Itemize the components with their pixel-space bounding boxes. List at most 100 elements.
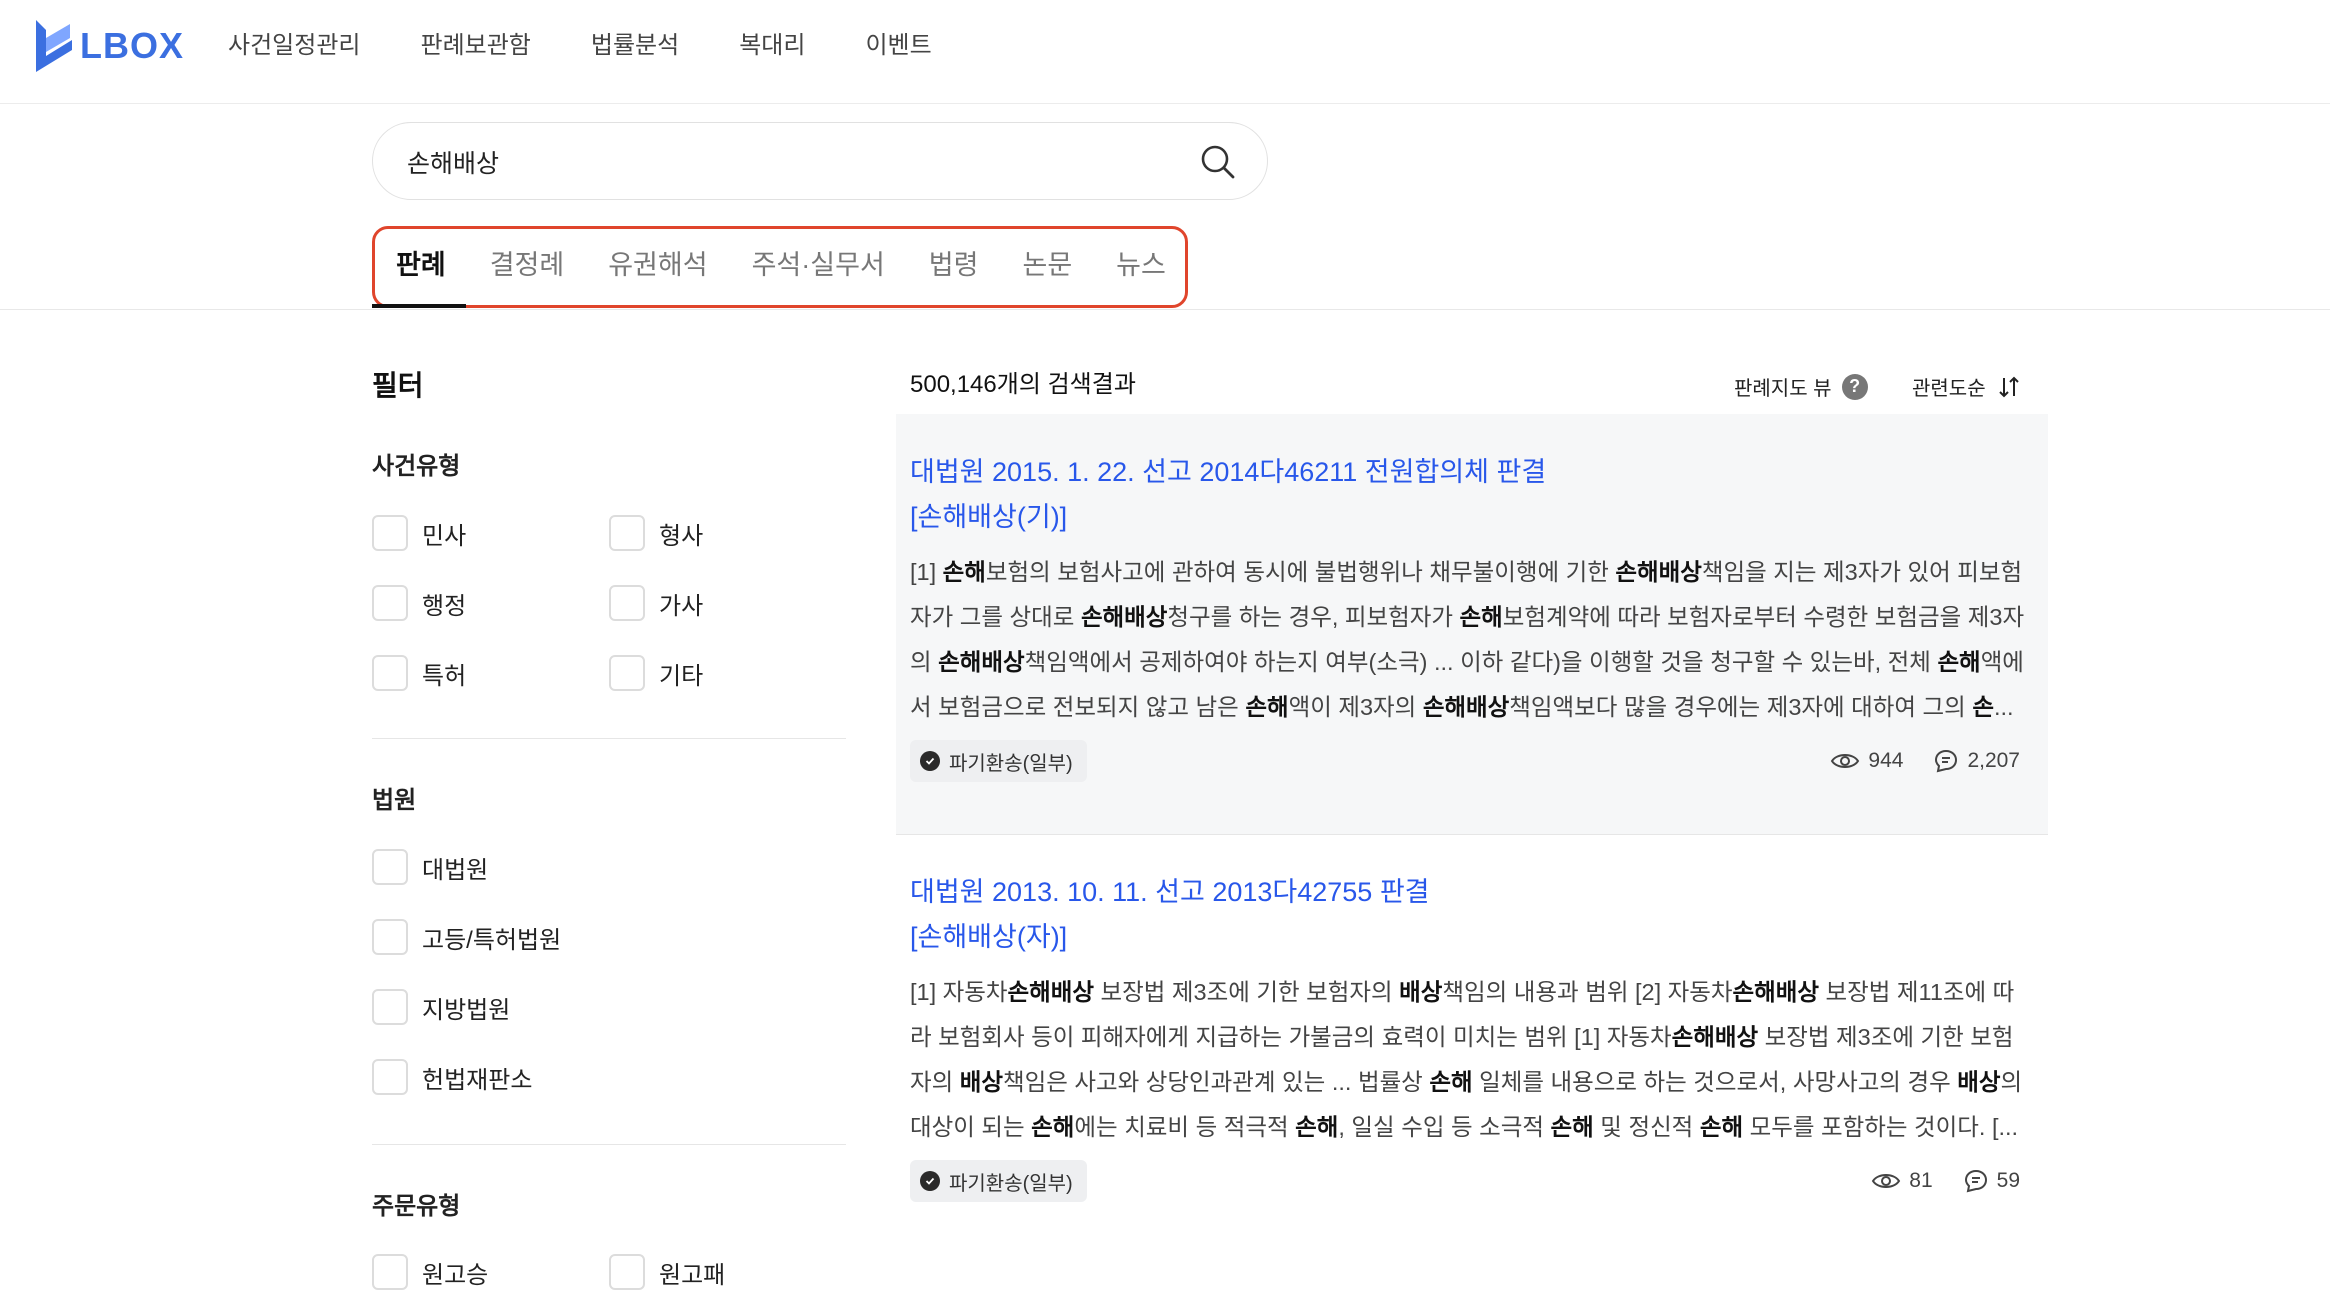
tabs-divider	[0, 309, 2330, 310]
result-snippet: [1] 자동차손해배상 보장법 제3조에 기한 보험자의 배상책임의 내용과 범…	[910, 979, 2023, 1140]
checkbox-label: 원고패	[659, 1261, 726, 1289]
result-count: 500,146개의 검색결과	[910, 371, 1136, 398]
comment-icon	[1935, 749, 1958, 773]
checkbox-label: 원고승	[422, 1261, 489, 1289]
result-title-line: 대법원 2013. 10. 11. 선고 2013다42755 판결	[910, 877, 1430, 907]
checkbox[interactable]	[609, 655, 645, 691]
filter-checkbox-plaintiff-win[interactable]: 원고승	[372, 1254, 488, 1290]
tab-interpretation[interactable]: 유권해석	[608, 242, 707, 288]
filter-title: 필터	[372, 370, 424, 401]
checkbox[interactable]	[372, 989, 408, 1025]
filter-checkbox-administrative[interactable]: 행정	[372, 585, 466, 621]
comment-count: 59	[1963, 1168, 2020, 1194]
checkbox-label: 고등/특허법원	[422, 926, 562, 954]
tab-news[interactable]: 뉴스	[1116, 242, 1166, 288]
filter-checkbox-district-court[interactable]: 지방법원	[372, 989, 510, 1025]
result-card[interactable]: 대법원 2015. 1. 22. 선고 2014다46211 전원합의체 판결 …	[896, 414, 2048, 834]
help-icon[interactable]: ?	[1841, 373, 1868, 400]
nav-sub-attorney[interactable]: 복대리	[739, 26, 805, 66]
status-badge-label: 파기환송(일부)	[949, 752, 1073, 775]
main-nav: 사건일정관리 판례보관함 법률분석 복대리 이벤트	[228, 26, 992, 66]
checkbox[interactable]	[372, 849, 408, 885]
filter-checkbox-civil[interactable]: 민사	[372, 515, 466, 551]
checkbox[interactable]	[609, 1254, 645, 1290]
check-icon	[920, 751, 940, 771]
checkbox-label: 지방법원	[422, 996, 511, 1024]
checkbox-label: 행정	[422, 592, 467, 620]
tab-precedent[interactable]: 판례	[396, 242, 446, 288]
checkbox[interactable]	[609, 515, 645, 551]
view-count-value: 81	[1909, 1169, 1933, 1192]
checkbox[interactable]	[372, 655, 408, 691]
eye-icon	[1831, 754, 1860, 768]
checkbox-label: 형사	[659, 522, 704, 550]
search-bar	[372, 122, 1268, 200]
checkbox-label: 기타	[659, 662, 704, 690]
result-type-tabs: 판례 결정례 유권해석 주석·실무서 법령 논문 뉴스	[396, 242, 1210, 288]
filter-checkbox-supreme-court[interactable]: 대법원	[372, 849, 488, 885]
search-input[interactable]	[405, 141, 1169, 183]
nav-schedule[interactable]: 사건일정관리	[228, 26, 360, 66]
filter-checkbox-criminal[interactable]: 형사	[609, 515, 703, 551]
checkbox-label: 민사	[422, 522, 467, 550]
filter-checkbox-plaintiff-loss[interactable]: 원고패	[609, 1254, 725, 1290]
status-badge-label: 파기환송(일부)	[949, 1172, 1073, 1195]
tab-decision[interactable]: 결정례	[490, 242, 565, 288]
nav-legal-analysis[interactable]: 법률분석	[591, 26, 679, 66]
tab-paper[interactable]: 논문	[1022, 242, 1072, 288]
filter-checkbox-family[interactable]: 가사	[609, 585, 703, 621]
filter-checkbox-constitutional-court[interactable]: 헌법재판소	[372, 1059, 532, 1095]
result-card[interactable]: 대법원 2013. 10. 11. 선고 2013다42755 판결 [손해배상…	[896, 834, 2048, 1254]
logo-text: LBOX	[80, 25, 185, 66]
result-title-line: 대법원 2015. 1. 22. 선고 2014다46211 전원합의체 판결	[910, 457, 1547, 487]
result-footer: 파기환송(일부) 81 59	[910, 1160, 2034, 1204]
tab-commentary[interactable]: 주석·실무서	[752, 242, 885, 288]
filter-checkbox-other[interactable]: 기타	[609, 655, 703, 691]
checkbox-label: 특허	[422, 662, 467, 690]
result-title[interactable]: 대법원 2015. 1. 22. 선고 2014다46211 전원합의체 판결 …	[910, 450, 2034, 540]
result-stats: 944 2,207	[1800, 740, 2020, 782]
checkbox-label: 대법원	[422, 856, 489, 884]
filter-checkbox-high-court[interactable]: 고등/특허법원	[372, 919, 561, 955]
filter-checkbox-patent[interactable]: 특허	[372, 655, 466, 691]
result-title[interactable]: 대법원 2013. 10. 11. 선고 2013다42755 판결 [손해배상…	[910, 870, 2034, 960]
result-footer: 파기환송(일부) 944 2,207	[910, 740, 2034, 784]
nav-case-archive[interactable]: 판례보관함	[420, 26, 530, 66]
eye-icon	[1872, 1174, 1901, 1188]
result-case-name: [손해배상(자)]	[910, 922, 1068, 952]
result-stats: 81 59	[1841, 1160, 2020, 1202]
view-count: 944	[1830, 749, 1903, 773]
search-icon	[1201, 145, 1235, 179]
checkbox[interactable]	[372, 1059, 408, 1095]
filter-group-court: 법원	[372, 787, 417, 814]
checkbox[interactable]	[372, 1254, 408, 1290]
active-tab-indicator	[372, 304, 466, 308]
checkbox[interactable]	[609, 585, 645, 621]
filter-group-case-type: 사건유형	[372, 453, 461, 480]
checkbox[interactable]	[372, 585, 408, 621]
checkbox-label: 가사	[659, 592, 704, 620]
comment-count-value: 59	[1996, 1169, 2020, 1192]
comment-icon	[1964, 1169, 1987, 1193]
status-badge: 파기환송(일부)	[910, 1160, 1087, 1202]
comment-count: 2,207	[1933, 748, 2020, 774]
search-button[interactable]	[1197, 141, 1239, 183]
status-badge: 파기환송(일부)	[910, 740, 1087, 782]
check-icon	[920, 1171, 940, 1191]
top-header: LBOX 사건일정관리 판례보관함 법률분석 복대리 이벤트	[0, 0, 2330, 104]
comment-count-value: 2,207	[1967, 749, 2020, 772]
lbox-logo[interactable]: LBOX	[34, 20, 184, 72]
sort-icon	[1998, 376, 2019, 397]
checkbox[interactable]	[372, 515, 408, 551]
sort-dropdown[interactable]: 관련도순	[1912, 372, 2022, 401]
nav-event[interactable]: 이벤트	[865, 26, 931, 66]
case-map-view-toggle[interactable]: 판례지도 뷰 ?	[1734, 372, 1868, 401]
tab-statute[interactable]: 법령	[929, 242, 979, 288]
logo-mark-icon	[36, 20, 72, 72]
view-count-value: 944	[1868, 749, 1904, 772]
sort-label: 관련도순	[1912, 378, 1986, 400]
filter-divider	[372, 1144, 846, 1145]
checkbox[interactable]	[372, 919, 408, 955]
checkbox-label: 헌법재판소	[422, 1066, 533, 1094]
result-case-name: [손해배상(기)]	[910, 502, 1068, 532]
